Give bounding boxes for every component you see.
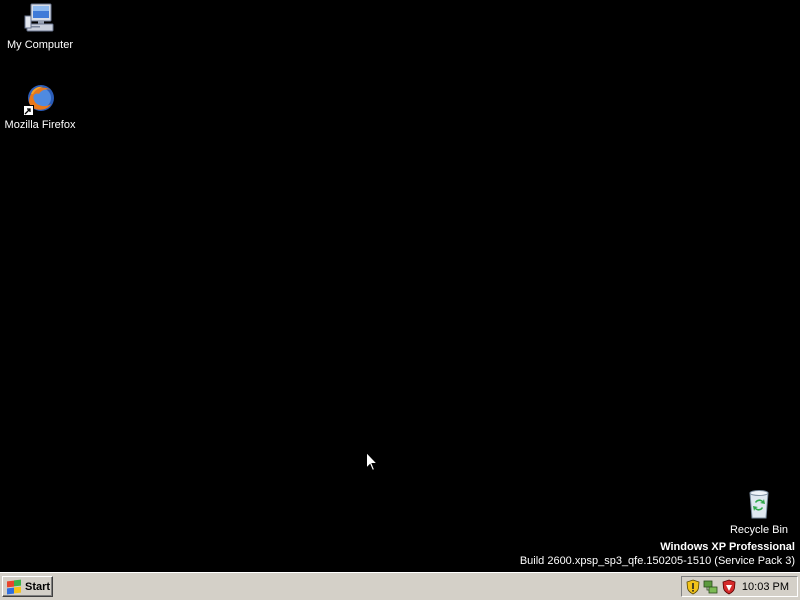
network-icon[interactable] xyxy=(703,579,719,595)
taskbar-clock[interactable]: 10:03 PM xyxy=(742,581,789,593)
desktop: My Computer Mozilla Firefox Recycle Bin … xyxy=(0,0,800,572)
start-button-label: Start xyxy=(25,580,51,593)
mouse-cursor-icon xyxy=(366,451,379,472)
desktop-icon-label: Mozilla Firefox xyxy=(4,119,76,131)
system-tray: 10:03 PM xyxy=(681,576,798,597)
desktop-icon-recycle-bin[interactable]: Recycle Bin xyxy=(719,487,799,537)
os-edition-text: Windows XP Professional xyxy=(660,541,795,553)
desktop-icon-label: My Computer xyxy=(6,39,74,51)
shortcut-arrow-icon xyxy=(23,105,34,116)
my-computer-icon xyxy=(23,2,57,36)
desktop-icon-label: Recycle Bin xyxy=(729,524,789,536)
taskbar: Start 10:03 PM xyxy=(0,572,800,600)
firefox-icon xyxy=(23,82,57,116)
windows-logo-icon xyxy=(6,579,22,594)
recycle-bin-icon xyxy=(742,487,776,521)
os-version-watermark: Windows XP Professional Build 2600.xpsp_… xyxy=(520,540,795,568)
desktop-icon-firefox[interactable]: Mozilla Firefox xyxy=(0,82,80,132)
os-build-text: Build 2600.xpsp_sp3_qfe.150205-1510 (Ser… xyxy=(519,555,795,567)
start-button[interactable]: Start xyxy=(2,576,53,597)
antivirus-shield-icon[interactable] xyxy=(721,579,737,595)
security-center-shield-icon[interactable] xyxy=(685,579,701,595)
desktop-icon-my-computer[interactable]: My Computer xyxy=(0,2,80,52)
